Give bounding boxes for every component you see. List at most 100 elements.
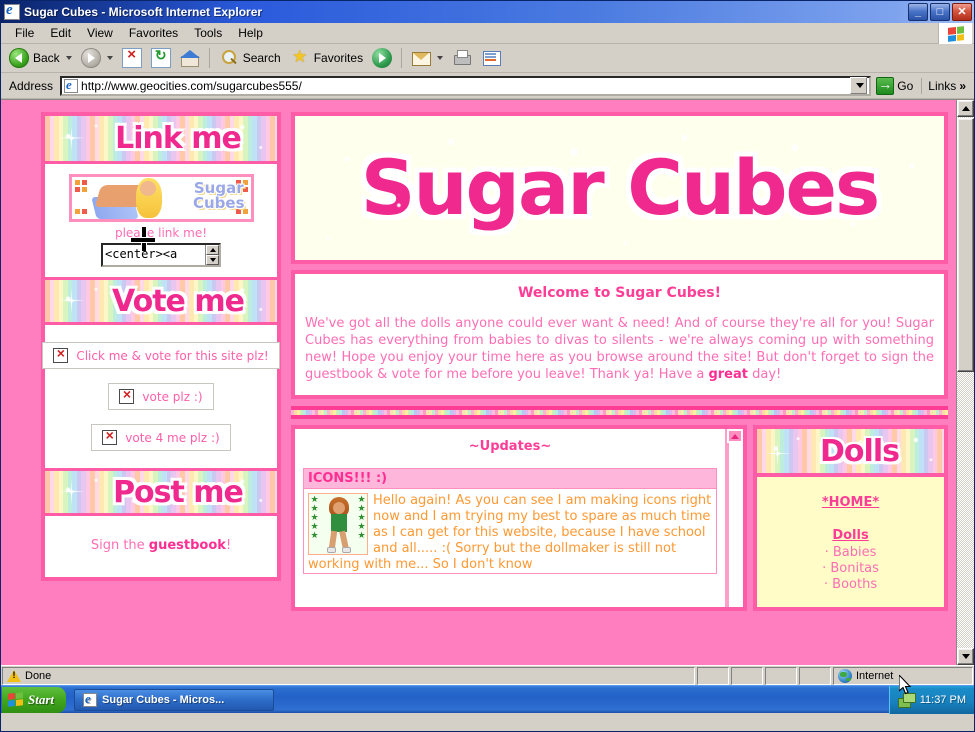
favorites-label: Favorites	[314, 51, 363, 65]
windows-flag-icon	[938, 23, 972, 44]
menu-item-help[interactable]: Help	[230, 24, 271, 42]
media-icon	[372, 48, 392, 68]
mail-chevron-down-icon[interactable]	[437, 56, 443, 60]
media-button[interactable]	[368, 46, 396, 70]
security-zone-pane: Internet	[833, 667, 973, 685]
scroll-up-button[interactable]	[957, 100, 974, 117]
maximize-button[interactable]: □	[930, 3, 950, 21]
broken-image-icon	[53, 348, 68, 363]
dolls-banner-label: Dolls	[802, 434, 899, 469]
favorites-button[interactable]: Favorites	[286, 46, 367, 70]
dolls-menu-item-babies[interactable]: · Babies	[757, 545, 944, 561]
doll-illustration	[94, 177, 166, 219]
sidebar-banner-link-me-label: Link me	[81, 121, 241, 156]
stop-button[interactable]	[118, 46, 146, 70]
home-button[interactable]	[176, 46, 204, 70]
system-tray: 11:37 PM	[889, 686, 974, 714]
scroll-down-button[interactable]	[957, 648, 974, 665]
star-column-left-icon: ★★★★★	[310, 496, 319, 542]
status-message: Done	[25, 670, 51, 682]
forward-icon	[81, 48, 101, 68]
minimize-button[interactable]: _	[908, 3, 928, 21]
clock[interactable]: 11:37 PM	[920, 694, 966, 706]
textarea-scroll-up-button[interactable]	[206, 245, 219, 255]
vote-button-2[interactable]: vote plz :)	[108, 383, 213, 410]
updates-content: ~Updates~ ICONS!!! :) ★★★★★ ★★★★★	[295, 429, 725, 607]
updates-scroll-up-button[interactable]	[727, 429, 743, 443]
guestbook-prefix: Sign the	[91, 538, 149, 553]
close-button[interactable]: ✕	[952, 3, 972, 21]
address-input-wrapper[interactable]: http://www.geocities.com/sugarcubes555/	[60, 76, 871, 96]
menu-item-favorites[interactable]: Favorites	[121, 24, 186, 42]
links-button[interactable]: Links »	[921, 78, 972, 94]
security-zone-label: Internet	[856, 670, 893, 682]
page-icon	[64, 79, 78, 93]
menu-item-view[interactable]: View	[79, 24, 121, 42]
network-connection-icon[interactable]	[898, 693, 914, 707]
menu-item-edit[interactable]: Edit	[42, 24, 79, 42]
sidebar-banner-post-me: Post me	[45, 468, 277, 516]
dolls-menu: *HOME* Dolls · Babies · Bonitas · Booths	[757, 477, 944, 593]
start-button[interactable]: Start	[2, 687, 66, 713]
back-chevron-down-icon[interactable]	[66, 56, 72, 60]
link-code-textarea[interactable]: <center><a	[101, 243, 221, 267]
updates-scroll-track[interactable]	[727, 443, 743, 607]
dolls-menu-item-bonitas[interactable]: · Bonitas	[757, 561, 944, 577]
sidebar-banner-vote-me: Vote me	[45, 277, 277, 325]
forward-button[interactable]	[77, 46, 117, 70]
mail-button[interactable]	[407, 46, 447, 70]
go-button[interactable]: Go	[874, 76, 918, 96]
updates-panel: ~Updates~ ICONS!!! :) ★★★★★ ★★★★★	[291, 425, 747, 611]
ie-logo-icon	[83, 693, 97, 707]
back-button[interactable]: Back	[5, 46, 76, 70]
dolls-menu-item-booths[interactable]: · Booths	[757, 577, 944, 593]
update-entry-body-wrapper: ★★★★★ ★★★★★ Hell	[304, 489, 716, 573]
back-label: Back	[33, 51, 60, 65]
sparkle-icon	[765, 441, 785, 461]
vote-button-3[interactable]: vote 4 me plz :)	[91, 424, 230, 451]
welcome-body-strong: great	[708, 367, 748, 382]
page-viewport: Link me	[1, 99, 974, 665]
vote-button-1[interactable]: Click me & vote for this site plz!	[42, 342, 279, 369]
dolls-banner: Dolls	[757, 429, 944, 477]
links-label: Links	[928, 79, 956, 93]
dolls-home-link[interactable]: *HOME*	[757, 495, 944, 510]
mail-icon	[411, 48, 431, 68]
site-banner-title: Sugar Cubes	[361, 150, 879, 226]
print-button[interactable]	[448, 46, 476, 70]
dolls-menu-heading: Dolls	[757, 528, 944, 543]
sparkle-icon	[59, 288, 85, 314]
main-content: Sugar Cubes Welcome to Sugar Cubes! We'v…	[291, 112, 948, 611]
links-chevron-icon[interactable]: »	[959, 79, 966, 93]
link-code-value[interactable]: <center><a	[103, 245, 205, 265]
guestbook-link[interactable]: guestbook	[149, 538, 226, 553]
textarea-scroll-down-button[interactable]	[206, 255, 219, 265]
menu-item-file[interactable]: File	[7, 24, 42, 42]
star-column-right-icon: ★★★★★	[357, 496, 366, 542]
welcome-body-part1: We've got all the dolls anyone could eve…	[305, 316, 934, 382]
vote-button-2-label: vote plz :)	[142, 390, 202, 404]
search-icon	[219, 48, 239, 68]
window-title: Sugar Cubes - Microsoft Internet Explore…	[24, 5, 908, 19]
go-arrow-icon	[876, 77, 894, 95]
refresh-icon	[151, 48, 171, 68]
updates-scrollbar[interactable]	[725, 429, 743, 607]
textarea-scrollbar[interactable]	[205, 245, 219, 265]
vote-button-3-label: vote 4 me plz :)	[125, 431, 219, 445]
scrollbar-thumb[interactable]	[957, 118, 974, 372]
favorites-star-icon	[290, 48, 310, 68]
address-dropdown-button[interactable]	[850, 77, 867, 94]
taskbar-item-label: Sugar Cubes - Micros...	[102, 694, 224, 706]
ie-logo-icon	[4, 4, 20, 20]
link-me-banner-image[interactable]: Sugar Cubes	[69, 174, 254, 222]
update-entry: ICONS!!! :) ★★★★★ ★★★★★	[303, 468, 717, 574]
forward-chevron-down-icon[interactable]	[107, 56, 113, 60]
address-input[interactable]: http://www.geocities.com/sugarcubes555/	[81, 79, 850, 93]
edit-button[interactable]	[477, 46, 505, 70]
menu-item-tools[interactable]: Tools	[186, 24, 230, 42]
page-scrollbar-vertical[interactable]	[956, 100, 974, 665]
search-button[interactable]: Search	[215, 46, 285, 70]
taskbar-item-sugar-cubes[interactable]: Sugar Cubes - Micros...	[74, 689, 274, 711]
post-me-section: Sign the guestbook!	[45, 516, 277, 577]
refresh-button[interactable]	[147, 46, 175, 70]
